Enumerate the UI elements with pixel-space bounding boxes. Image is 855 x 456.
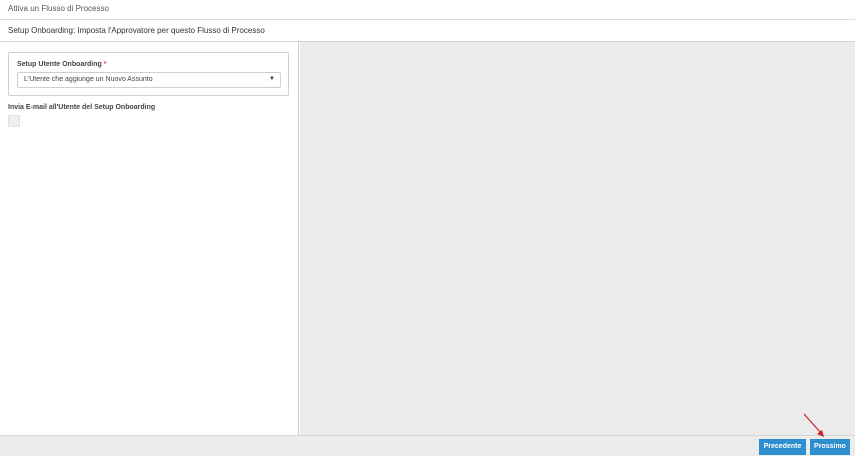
setup-user-select-value: L'Utente che aggiunge un Nuovo Assunto [24,76,153,83]
section-header: Setup Onboarding: Imposta l'Approvatore … [0,20,855,42]
section-title: Setup Onboarding: Imposta l'Approvatore … [8,26,265,35]
send-email-label: Invia E-mail all'Utente del Setup Onboar… [8,104,156,111]
red-arrow-icon [803,413,824,437]
window-title: Attiva un Flusso di Processo [8,4,109,13]
next-button[interactable]: Prossimo [810,439,850,455]
setup-user-label: Setup Utente Onboarding * [17,61,107,68]
window-title-bar: Attiva un Flusso di Processo [0,0,855,20]
right-pane [300,42,855,435]
send-email-checkbox[interactable] [8,115,20,127]
setup-user-select[interactable]: L'Utente che aggiunge un Nuovo Assunto ▼ [17,72,281,88]
chevron-down-icon: ▼ [269,76,275,82]
required-marker: * [103,61,107,68]
previous-button[interactable]: Precedente [759,439,806,455]
footer-bar: Precedente Prossimo [0,435,855,456]
left-pane: Setup Utente Onboarding * L'Utente che ag… [0,42,299,435]
setup-user-field-group: Setup Utente Onboarding * L'Utente che ag… [8,52,289,96]
